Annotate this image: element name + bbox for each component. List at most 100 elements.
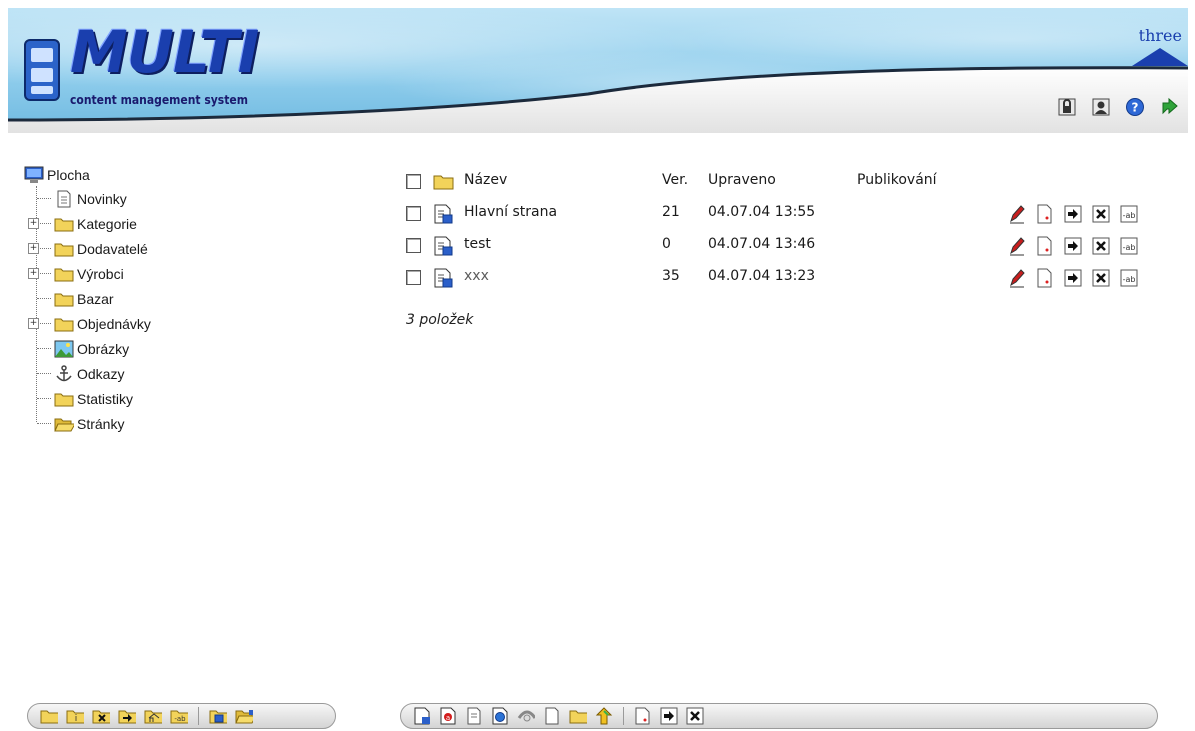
expand-icon[interactable]: + bbox=[28, 318, 39, 329]
exit-icon[interactable] bbox=[1158, 96, 1180, 118]
new-document-icon[interactable] bbox=[413, 707, 431, 725]
delete-icon[interactable] bbox=[1092, 204, 1110, 224]
move-folder-icon[interactable] bbox=[118, 707, 136, 725]
column-version[interactable]: Ver. bbox=[662, 172, 688, 188]
expand-icon[interactable]: + bbox=[28, 218, 39, 229]
column-published[interactable]: Publikování bbox=[857, 172, 937, 188]
tree-item[interactable]: Novinky bbox=[24, 186, 274, 211]
desktop-icon bbox=[24, 166, 44, 184]
brand-text: three bbox=[1138, 26, 1182, 45]
tree-item-label: Objednávky bbox=[77, 315, 151, 332]
svg-text:-ab: -ab bbox=[1123, 211, 1136, 220]
header-toolbar: ? bbox=[1056, 96, 1180, 118]
row-name[interactable]: Hlavní strana bbox=[464, 204, 557, 220]
move-icon[interactable] bbox=[1064, 204, 1082, 224]
tree-branch-line bbox=[37, 423, 51, 424]
edit-icon[interactable] bbox=[1008, 236, 1026, 256]
table-row[interactable]: Hlavní strana 21 04.07.04 13:55 -ab bbox=[406, 200, 1166, 232]
folder-icon bbox=[433, 172, 454, 192]
search-icon[interactable] bbox=[517, 707, 535, 725]
text-page-icon[interactable] bbox=[465, 707, 483, 725]
logo-cube-icon bbox=[24, 39, 60, 101]
svg-text:-ab: -ab bbox=[1123, 243, 1136, 252]
row-checkbox[interactable] bbox=[406, 206, 421, 221]
move-file-icon[interactable] bbox=[660, 707, 678, 725]
tree-branch-line bbox=[37, 298, 51, 299]
row-checkbox[interactable] bbox=[406, 270, 421, 285]
tree-root-desktop[interactable]: Plocha bbox=[24, 164, 274, 186]
new-page-icon[interactable] bbox=[1036, 204, 1054, 224]
folder-open-icon[interactable] bbox=[235, 707, 253, 725]
upload-icon[interactable] bbox=[595, 707, 613, 725]
new-alias-icon[interactable]: a bbox=[439, 707, 457, 725]
new-folder-icon[interactable] bbox=[40, 707, 58, 725]
move-icon[interactable] bbox=[1064, 268, 1082, 288]
brand-logo: three bbox=[1132, 26, 1188, 66]
edit-icon[interactable] bbox=[1008, 204, 1026, 224]
expand-icon[interactable]: + bbox=[28, 268, 39, 279]
svg-text:i: i bbox=[75, 714, 78, 724]
tree-item[interactable]: Obrázky bbox=[24, 336, 274, 361]
tree-root-label: Plocha bbox=[47, 167, 90, 183]
item-count: 3 položek bbox=[406, 312, 474, 328]
row-modified: 04.07.04 13:46 bbox=[708, 236, 816, 252]
rename-folder-icon[interactable]: -ab bbox=[170, 707, 188, 725]
svg-text:a: a bbox=[446, 714, 450, 722]
row-actions: -ab bbox=[1008, 236, 1138, 256]
folder-home-icon[interactable] bbox=[144, 707, 162, 725]
folder-save-icon[interactable] bbox=[209, 707, 227, 725]
expand-icon[interactable]: + bbox=[28, 243, 39, 254]
svg-text:-ab: -ab bbox=[1123, 275, 1136, 284]
web-page-icon[interactable] bbox=[491, 707, 509, 725]
folder-properties-icon[interactable]: i bbox=[66, 707, 84, 725]
row-version: 0 bbox=[662, 236, 671, 252]
tree-item-label: Dodavatelé bbox=[77, 240, 148, 257]
tree-item[interactable]: + Výrobci bbox=[24, 261, 274, 286]
column-modified[interactable]: Upraveno bbox=[708, 172, 776, 188]
tree-item[interactable]: + Objednávky bbox=[24, 311, 274, 336]
row-name[interactable]: xxx bbox=[464, 268, 489, 284]
row-modified: 04.07.04 13:23 bbox=[708, 268, 816, 284]
new-file-icon[interactable] bbox=[634, 707, 652, 725]
select-all-checkbox[interactable] bbox=[406, 174, 421, 189]
tree-branch-line bbox=[37, 373, 51, 374]
new-page-icon[interactable] bbox=[1036, 268, 1054, 288]
tree-item[interactable]: Odkazy bbox=[24, 361, 274, 386]
folder-icon bbox=[54, 240, 74, 258]
edit-icon[interactable] bbox=[1008, 268, 1026, 288]
delete-file-icon[interactable] bbox=[686, 707, 704, 725]
delete-icon[interactable] bbox=[1092, 268, 1110, 288]
column-name[interactable]: Název bbox=[464, 172, 507, 188]
table-row[interactable]: xxx 35 04.07.04 13:23 -ab bbox=[406, 264, 1166, 296]
delete-folder-icon[interactable] bbox=[92, 707, 110, 725]
row-name[interactable]: test bbox=[464, 236, 491, 252]
help-icon[interactable]: ? bbox=[1124, 96, 1146, 118]
tree-item[interactable]: + Kategorie bbox=[24, 211, 274, 236]
new-folder-icon[interactable] bbox=[569, 707, 587, 725]
new-page-icon[interactable] bbox=[1036, 236, 1054, 256]
document-icon bbox=[433, 236, 453, 256]
folder-tree: Plocha Novinky + Kategorie + Dodavatelé + Výro… bbox=[24, 164, 274, 436]
tree-item[interactable]: + Dodavatelé bbox=[24, 236, 274, 261]
toolbar-separator bbox=[623, 707, 624, 725]
user-key-icon[interactable] bbox=[1090, 96, 1112, 118]
blank-page-icon[interactable] bbox=[543, 707, 561, 725]
page-icon bbox=[54, 190, 74, 208]
rename-icon[interactable]: -ab bbox=[1120, 204, 1138, 224]
brand-triangle bbox=[1132, 48, 1188, 66]
tree-branch-line bbox=[37, 398, 51, 399]
delete-icon[interactable] bbox=[1092, 236, 1110, 256]
list-header: Název Ver. Upraveno Publikování bbox=[406, 168, 1166, 200]
tree-item-label: Obrázky bbox=[77, 340, 130, 357]
user-lock-icon[interactable] bbox=[1056, 96, 1078, 118]
tree-item[interactable]: Bazar bbox=[24, 286, 274, 311]
tree-item[interactable]: Stránky bbox=[24, 411, 274, 436]
table-row[interactable]: test 0 04.07.04 13:46 -ab bbox=[406, 232, 1166, 264]
rename-icon[interactable]: -ab bbox=[1120, 236, 1138, 256]
tree-item[interactable]: Statistiky bbox=[24, 386, 274, 411]
row-modified: 04.07.04 13:55 bbox=[708, 204, 816, 220]
row-checkbox[interactable] bbox=[406, 238, 421, 253]
rename-icon[interactable]: -ab bbox=[1120, 268, 1138, 288]
move-icon[interactable] bbox=[1064, 236, 1082, 256]
row-version: 35 bbox=[662, 268, 680, 284]
